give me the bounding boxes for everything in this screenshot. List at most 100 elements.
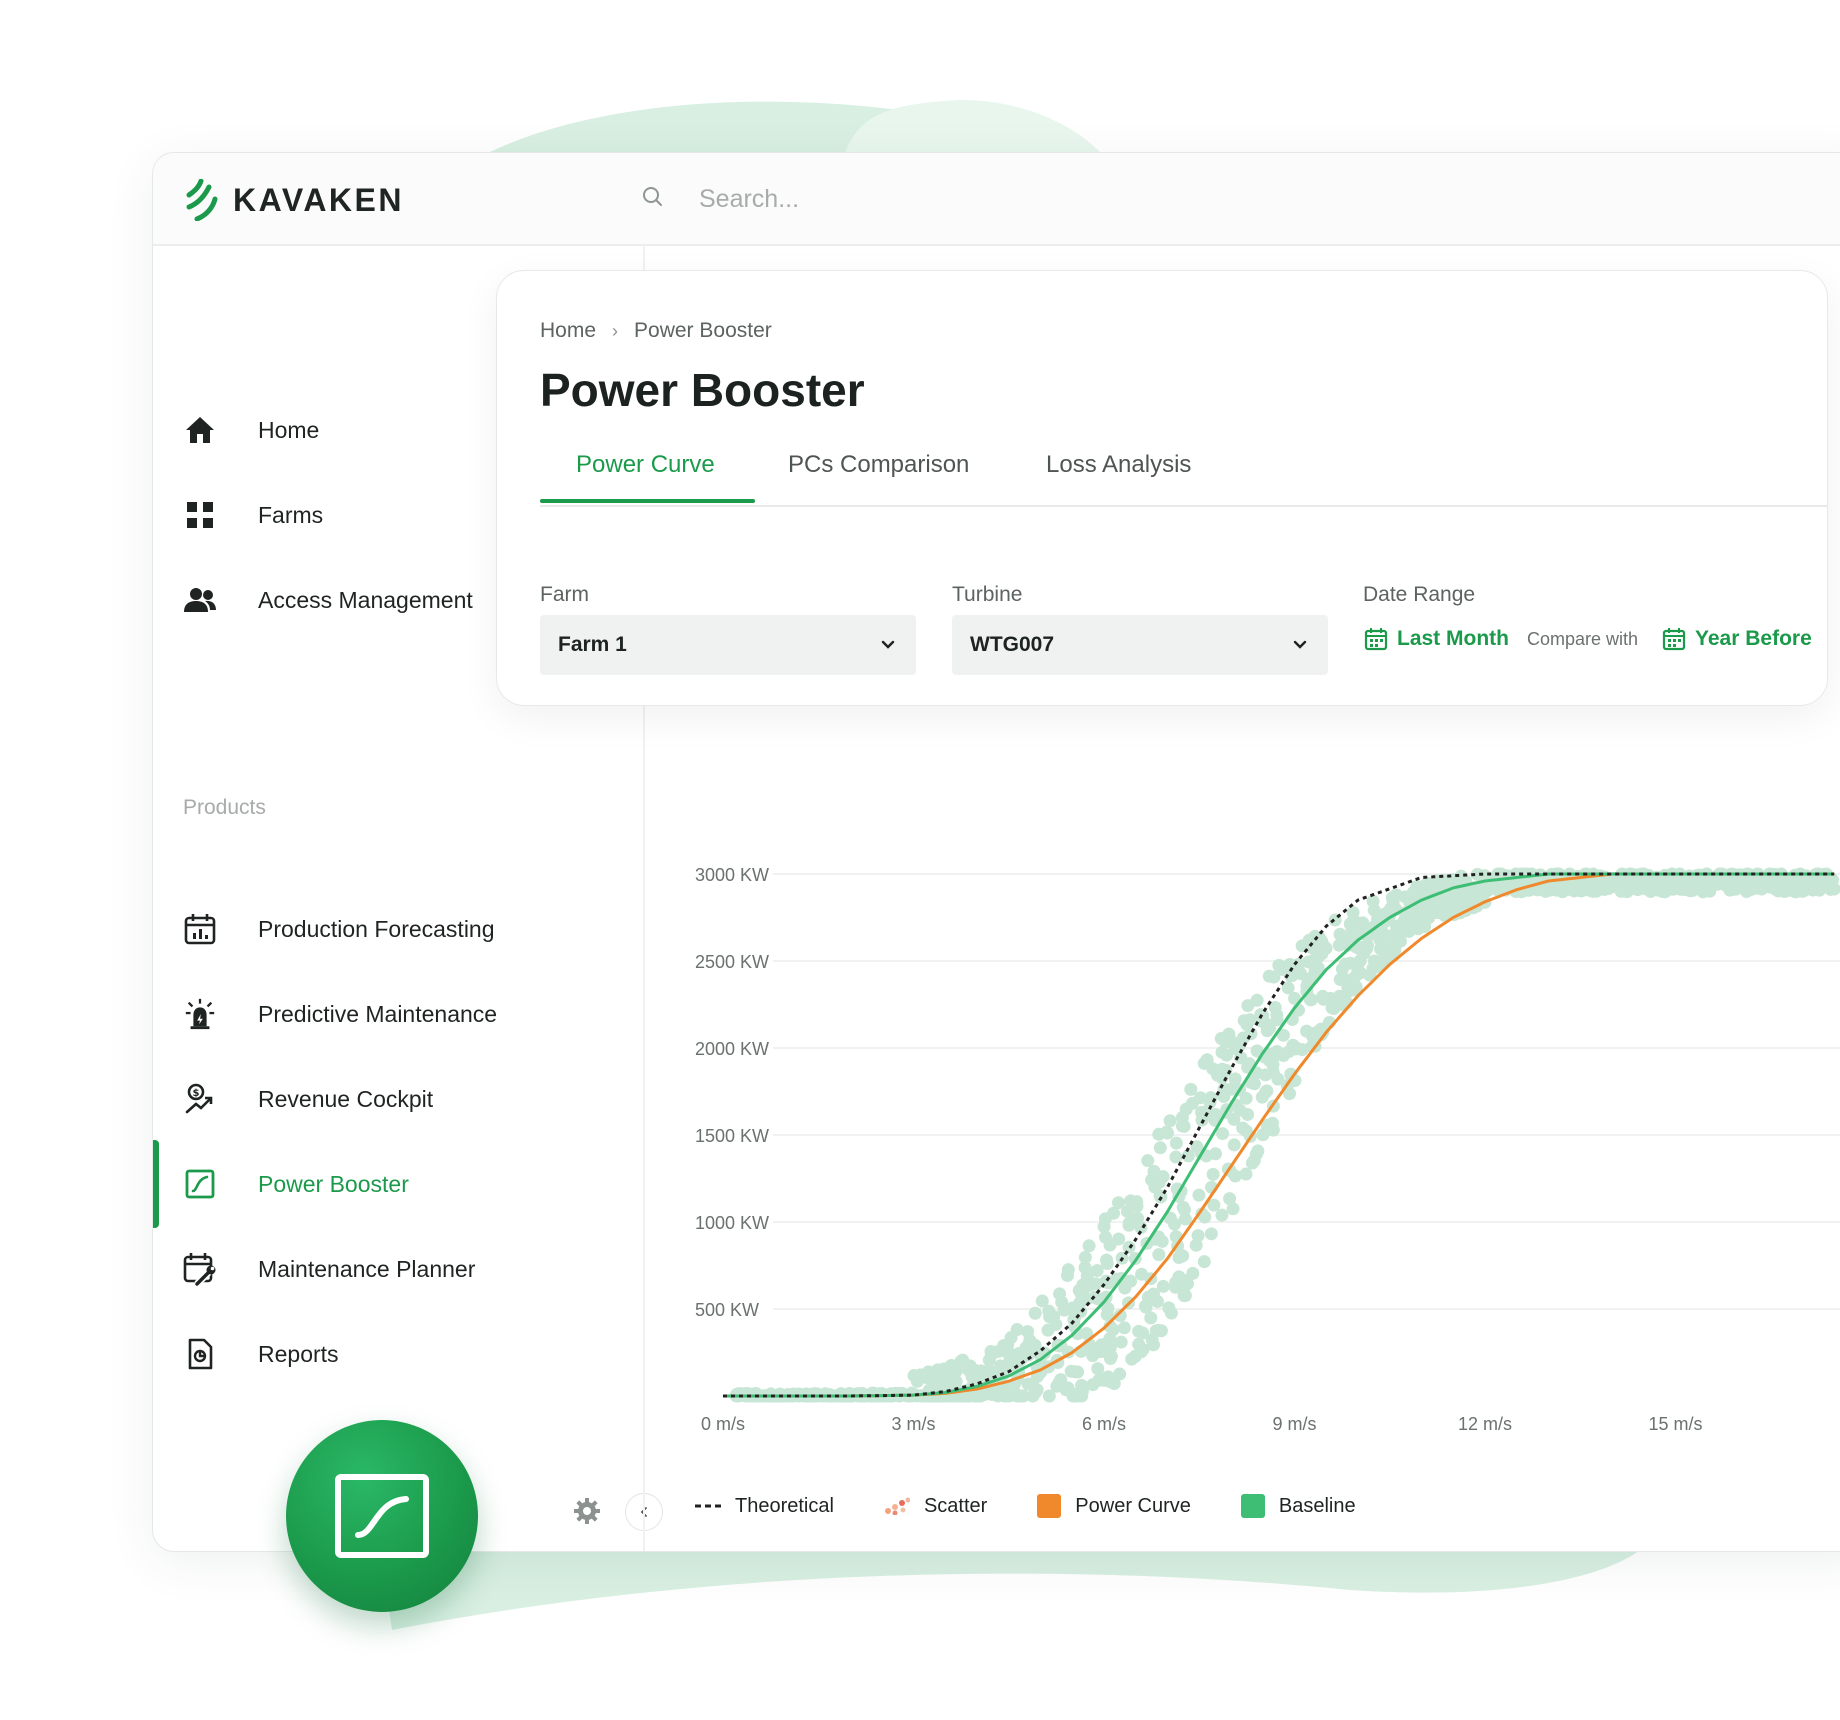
scatter-point: [1086, 1349, 1100, 1363]
scatter-point: [1220, 1048, 1234, 1062]
breadcrumb-home[interactable]: Home: [540, 319, 596, 343]
scatter-point: [1169, 1275, 1183, 1289]
sidebar-item-label: Predictive Maintenance: [258, 1000, 498, 1027]
scatter-point: [1163, 1114, 1177, 1128]
scatter-point: [1149, 1324, 1163, 1338]
scatter-point: [1215, 1208, 1229, 1222]
calendar-wrench-icon: [183, 1252, 217, 1286]
turbine-select[interactable]: WTG007: [952, 615, 1328, 675]
products-section-label: Products: [183, 796, 266, 819]
farm-select[interactable]: Farm 1: [540, 615, 916, 675]
sidebar-item-maintenance-planner[interactable]: Maintenance Planner: [153, 1226, 643, 1312]
scatter-point: [1217, 1082, 1231, 1096]
scatter-point: [1169, 1136, 1183, 1150]
scatter-point: [1308, 929, 1322, 943]
y-tick-label: 500 KW: [695, 1300, 759, 1320]
scatter-point: [1078, 1260, 1092, 1274]
sidebar-item-power-booster[interactable]: Power Booster: [153, 1141, 643, 1227]
page-title: Power Booster: [540, 364, 865, 416]
scatter-point: [1193, 1091, 1207, 1105]
legend-power-curve[interactable]: Power Curve: [1037, 1494, 1191, 1518]
legend-scatter[interactable]: Scatter: [884, 1495, 987, 1518]
scatter-point: [1341, 980, 1355, 994]
scatter-point: [1227, 1138, 1241, 1152]
page-header-card: Home › Power Booster Power Booster Power…: [496, 270, 1828, 706]
logo[interactable]: KAVAKEN: [185, 179, 404, 221]
x-tick-label: 0 m/s: [701, 1414, 745, 1434]
scatter-point: [1075, 1378, 1089, 1392]
breadcrumb-separator-icon: ›: [612, 320, 619, 341]
scatter-point: [1796, 878, 1810, 892]
scatter-point: [1347, 913, 1361, 927]
calendar-chart-icon: [183, 912, 217, 946]
sidebar-item-revenue-cockpit[interactable]: $ Revenue Cockpit: [153, 1056, 643, 1142]
date-range-label: Date Range: [1363, 583, 1476, 606]
sidebar-item-label: Maintenance Planner: [258, 1255, 476, 1282]
scatter-point: [1357, 947, 1371, 961]
legend-theoretical[interactable]: Theoretical: [695, 1495, 834, 1518]
legend-scatter-swatch: [884, 1497, 910, 1515]
settings-gear-icon[interactable]: [573, 1497, 601, 1525]
users-icon: [183, 583, 217, 617]
scatter-point: [1101, 1370, 1115, 1384]
scatter-point: [851, 1387, 865, 1401]
date-compare-button[interactable]: Year Before: [1662, 627, 1812, 651]
scatter-point: [1082, 1239, 1096, 1253]
scatter-point: [1114, 1335, 1128, 1349]
scatter-point: [1192, 1188, 1206, 1202]
calendar-icon: [1364, 628, 1388, 651]
sidebar-item-predictive-maintenance[interactable]: Predictive Maintenance: [153, 971, 643, 1057]
top-bar: KAVAKEN: [153, 153, 1840, 246]
sidebar-item-label: Revenue Cockpit: [258, 1085, 434, 1112]
farm-select-value: Farm 1: [558, 633, 627, 656]
scatter-point: [1308, 956, 1322, 970]
sidebar-item-production-forecasting[interactable]: Production Forecasting: [153, 886, 643, 972]
scatter-point: [1113, 1367, 1127, 1381]
y-tick-label: 2500 KW: [695, 952, 769, 972]
scatter-point: [1049, 1317, 1063, 1331]
x-tick-label: 3 m/s: [891, 1414, 935, 1434]
scatter-point: [1090, 1264, 1104, 1278]
sidebar-item-label: Home: [258, 416, 320, 443]
scatter-point: [1260, 1024, 1274, 1038]
scatter-point: [1402, 922, 1416, 936]
scatter-point: [1809, 869, 1823, 883]
chevron-down-icon: [881, 640, 895, 649]
scatter-point: [1148, 1180, 1162, 1194]
tab-power-curve[interactable]: Power Curve: [576, 451, 715, 479]
search-input[interactable]: [697, 175, 1401, 223]
scatter-point: [1136, 1343, 1150, 1357]
scatter-point: [1091, 1362, 1105, 1376]
scatter-point: [982, 1363, 996, 1377]
tab-pcs-comparison[interactable]: PCs Comparison: [788, 451, 969, 479]
scatter-point: [1367, 903, 1381, 917]
date-primary-button[interactable]: Last Month: [1364, 627, 1509, 651]
active-tab-underline: [540, 499, 755, 503]
scatter-point: [1743, 881, 1757, 895]
scatter-point: [1132, 1324, 1146, 1338]
scatter-point: [1241, 999, 1255, 1013]
y-tick-label: 3000 KW: [695, 865, 769, 885]
sidebar-item-reports[interactable]: Reports: [153, 1311, 643, 1397]
scatter-point: [743, 1387, 757, 1401]
scatter-point: [1122, 1218, 1136, 1232]
compare-with-label: Compare with: [1526, 628, 1639, 649]
tab-loss-analysis[interactable]: Loss Analysis: [1046, 451, 1191, 479]
scatter-point: [1295, 1043, 1309, 1057]
report-icon: [183, 1337, 217, 1371]
sidebar-item-label: Access Management: [258, 586, 473, 613]
legend-baseline[interactable]: Baseline: [1240, 1494, 1356, 1518]
scatter-point: [1208, 1107, 1222, 1121]
scatter-point: [1086, 1378, 1100, 1392]
legend-label: Theoretical: [735, 1494, 834, 1517]
scatter-point: [1169, 1150, 1183, 1164]
scatter-point: [1012, 1389, 1026, 1403]
scatter-point: [1197, 1255, 1211, 1269]
search-icon: [643, 187, 662, 206]
scatter-point: [1676, 882, 1690, 896]
x-tick-label: 12 m/s: [1458, 1414, 1512, 1434]
scatter-point: [1152, 1248, 1166, 1262]
sidebar-item-label: Production Forecasting: [258, 915, 495, 942]
scatter-point: [925, 1372, 939, 1386]
sidebar-item-label: Farms: [258, 501, 324, 528]
